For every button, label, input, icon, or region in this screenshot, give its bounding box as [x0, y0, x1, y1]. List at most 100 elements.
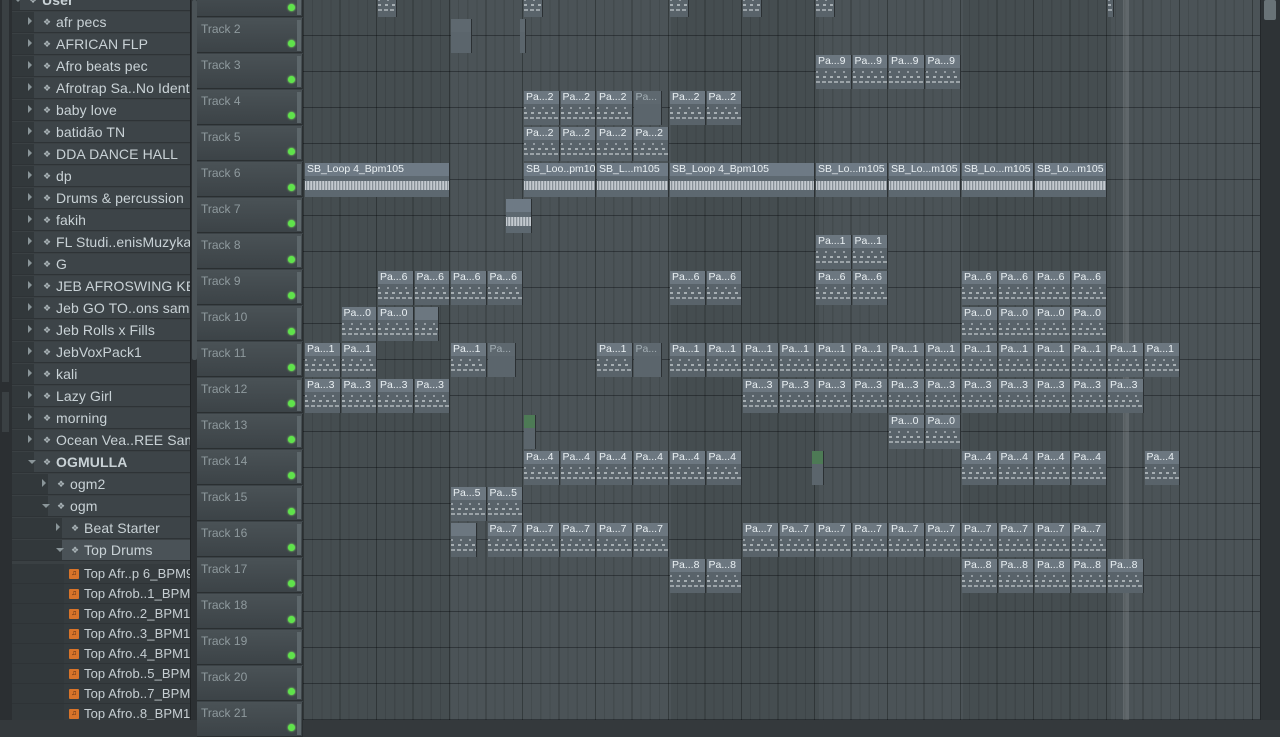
- audio-clip[interactable]: SB_Lo...m105: [889, 163, 961, 197]
- clip-title-bar[interactable]: Pa...2: [633, 127, 668, 141]
- pattern-clip[interactable]: Pa...1: [779, 343, 815, 377]
- track-resize-grip[interactable]: [297, 668, 301, 699]
- pattern-clip[interactable]: Pa...4: [670, 451, 706, 485]
- clip-title-bar[interactable]: Pa...: [487, 343, 515, 357]
- track-mute-led-icon[interactable]: [288, 4, 295, 11]
- track-mute-led-icon[interactable]: [288, 148, 295, 155]
- pattern-clip[interactable]: Pa...9: [889, 55, 925, 89]
- track-mute-led-icon[interactable]: [288, 184, 295, 191]
- track-header[interactable]: Track 13: [197, 414, 303, 449]
- clip-title-bar[interactable]: Pa...7: [998, 523, 1033, 537]
- clip-title-bar[interactable]: Pa...: [633, 91, 661, 105]
- clip-title-bar[interactable]: Pa...7: [597, 523, 632, 537]
- clip-title-bar[interactable]: SB_Lo...m105: [816, 163, 887, 177]
- pattern-clip[interactable]: Pa...6: [706, 271, 742, 305]
- clip-title-bar[interactable]: SB_L...m105: [597, 163, 668, 177]
- clip-title-bar[interactable]: Pa...1: [670, 343, 705, 357]
- pattern-clip[interactable]: Pa...2: [524, 91, 560, 125]
- track-mute-led-icon[interactable]: [288, 580, 295, 587]
- clip-title-bar[interactable]: Pa...4: [962, 451, 997, 465]
- browser-folder-item[interactable]: ❖ Jeb Rolls x Fills: [12, 320, 190, 341]
- pattern-clip[interactable]: Pa...0: [998, 307, 1034, 341]
- track-header[interactable]: Track 20: [197, 666, 303, 701]
- clip-title-bar[interactable]: Pa...6: [451, 271, 486, 285]
- pattern-clip[interactable]: Pa...8: [1071, 559, 1107, 593]
- pattern-clip[interactable]: [1108, 0, 1115, 17]
- clip-title-bar[interactable]: Pa...7: [524, 523, 559, 537]
- browser-folder-item[interactable]: ❖ User: [12, 0, 190, 11]
- track-header[interactable]: Track 17: [197, 558, 303, 593]
- track-mute-led-icon[interactable]: [288, 328, 295, 335]
- clip-title-bar[interactable]: Pa...9: [925, 55, 960, 69]
- pattern-clip[interactable]: Pa...3: [852, 379, 888, 413]
- browser-folder-item[interactable]: ❖ Afrotrap Sa..No Identity: [12, 78, 190, 99]
- expand-right-icon[interactable]: [28, 391, 32, 399]
- expand-right-icon[interactable]: [28, 303, 32, 311]
- clip-title-bar[interactable]: SB_Lo...m105: [962, 163, 1033, 177]
- pattern-clip[interactable]: Pa...1: [451, 343, 487, 377]
- clip-title-bar[interactable]: SB_Loop 4_Bpm105: [670, 163, 814, 177]
- clip-title-bar[interactable]: Pa...1: [1108, 343, 1143, 357]
- track-mute-led-icon[interactable]: [288, 256, 295, 263]
- track-mute-led-icon[interactable]: [288, 652, 295, 659]
- browser-folder-item[interactable]: ❖ FL Studi..enisMuzyka94: [12, 232, 190, 253]
- pattern-clip[interactable]: Pa...7: [962, 523, 998, 557]
- clip-title-bar[interactable]: Pa...4: [633, 451, 668, 465]
- clip-title-bar[interactable]: [812, 451, 824, 465]
- clip-title-bar[interactable]: Pa...: [633, 343, 661, 357]
- clip-title-bar[interactable]: Pa...8: [706, 559, 741, 573]
- clip-title-bar[interactable]: Pa...1: [852, 235, 887, 249]
- track-header[interactable]: Track 19: [197, 630, 303, 665]
- pattern-clip[interactable]: Pa...1: [341, 343, 377, 377]
- audio-clip[interactable]: [505, 199, 533, 233]
- pattern-clip[interactable]: Pa...1: [706, 343, 742, 377]
- clip-title-bar[interactable]: Pa...1: [1071, 343, 1106, 357]
- pattern-clip[interactable]: [378, 0, 398, 17]
- browser-audio-file[interactable]: ♫ Top Afro..2_BPM101: [12, 604, 190, 624]
- expand-down-icon[interactable]: [56, 548, 64, 552]
- clip-title-bar[interactable]: Pa...6: [998, 271, 1033, 285]
- track-header[interactable]: Track 5: [197, 126, 303, 161]
- clip-title-bar[interactable]: Pa...4: [597, 451, 632, 465]
- track-mute-led-icon[interactable]: [288, 364, 295, 371]
- pattern-clip[interactable]: Pa...6: [962, 271, 998, 305]
- pattern-clip[interactable]: Pa...0: [925, 415, 961, 449]
- clip-title-bar[interactable]: Pa...4: [998, 451, 1033, 465]
- playlist-scroll-thumb[interactable]: [1264, 0, 1276, 20]
- clip-title-bar[interactable]: Pa...6: [670, 271, 705, 285]
- track-resize-grip[interactable]: [297, 128, 301, 159]
- pattern-clip[interactable]: [451, 523, 478, 557]
- clip-title-bar[interactable]: Pa...3: [889, 379, 924, 393]
- track-header[interactable]: Track 15: [197, 486, 303, 521]
- clip-title-bar[interactable]: Pa...7: [487, 523, 522, 537]
- track-header[interactable]: Track 14: [197, 450, 303, 485]
- clip-title-bar[interactable]: Pa...2: [560, 127, 595, 141]
- clip-title-bar[interactable]: Pa...3: [816, 379, 851, 393]
- clip-title-bar[interactable]: SB_Lo...m105: [889, 163, 960, 177]
- browser-audio-file[interactable]: ♫ Top Afrob..7_BPM96: [12, 684, 190, 704]
- track-resize-grip[interactable]: [297, 524, 301, 555]
- pattern-clip[interactable]: Pa...3: [414, 379, 450, 413]
- expand-down-icon[interactable]: [28, 460, 36, 464]
- pattern-clip[interactable]: Pa...0: [341, 307, 377, 341]
- browser-folder-item[interactable]: ❖ kali: [12, 364, 190, 385]
- clip-title-bar[interactable]: Pa...6: [816, 271, 851, 285]
- clip-title-bar[interactable]: Pa...1: [816, 343, 851, 357]
- clip-title-bar[interactable]: Pa...3: [743, 379, 778, 393]
- clip-title-bar[interactable]: Pa...2: [524, 127, 559, 141]
- pattern-clip[interactable]: Pa...3: [962, 379, 998, 413]
- pattern-clip[interactable]: Pa...9: [816, 55, 852, 89]
- browser-folder-item[interactable]: ❖ Afro beats pec: [12, 56, 190, 77]
- browser-folder-item[interactable]: ❖ Lazy Girl: [12, 386, 190, 407]
- browser-folder-item[interactable]: ❖ G: [12, 254, 190, 275]
- pattern-clip[interactable]: Pa...1: [743, 343, 779, 377]
- track-mute-led-icon[interactable]: [288, 616, 295, 623]
- pattern-clip[interactable]: Pa...6: [998, 271, 1034, 305]
- browser-folder-item[interactable]: ❖ afr pecs: [12, 12, 190, 33]
- clip-title-bar[interactable]: Pa...7: [633, 523, 668, 537]
- pattern-clip[interactable]: Pa...3: [925, 379, 961, 413]
- browser-audio-file[interactable]: ♫ Top Afro..4_BPM103: [12, 644, 190, 664]
- clip-title-bar[interactable]: Pa...3: [341, 379, 376, 393]
- clip-title-bar[interactable]: SB_Loop 4_Bpm105: [305, 163, 449, 177]
- clip-title-bar[interactable]: Pa...1: [597, 343, 632, 357]
